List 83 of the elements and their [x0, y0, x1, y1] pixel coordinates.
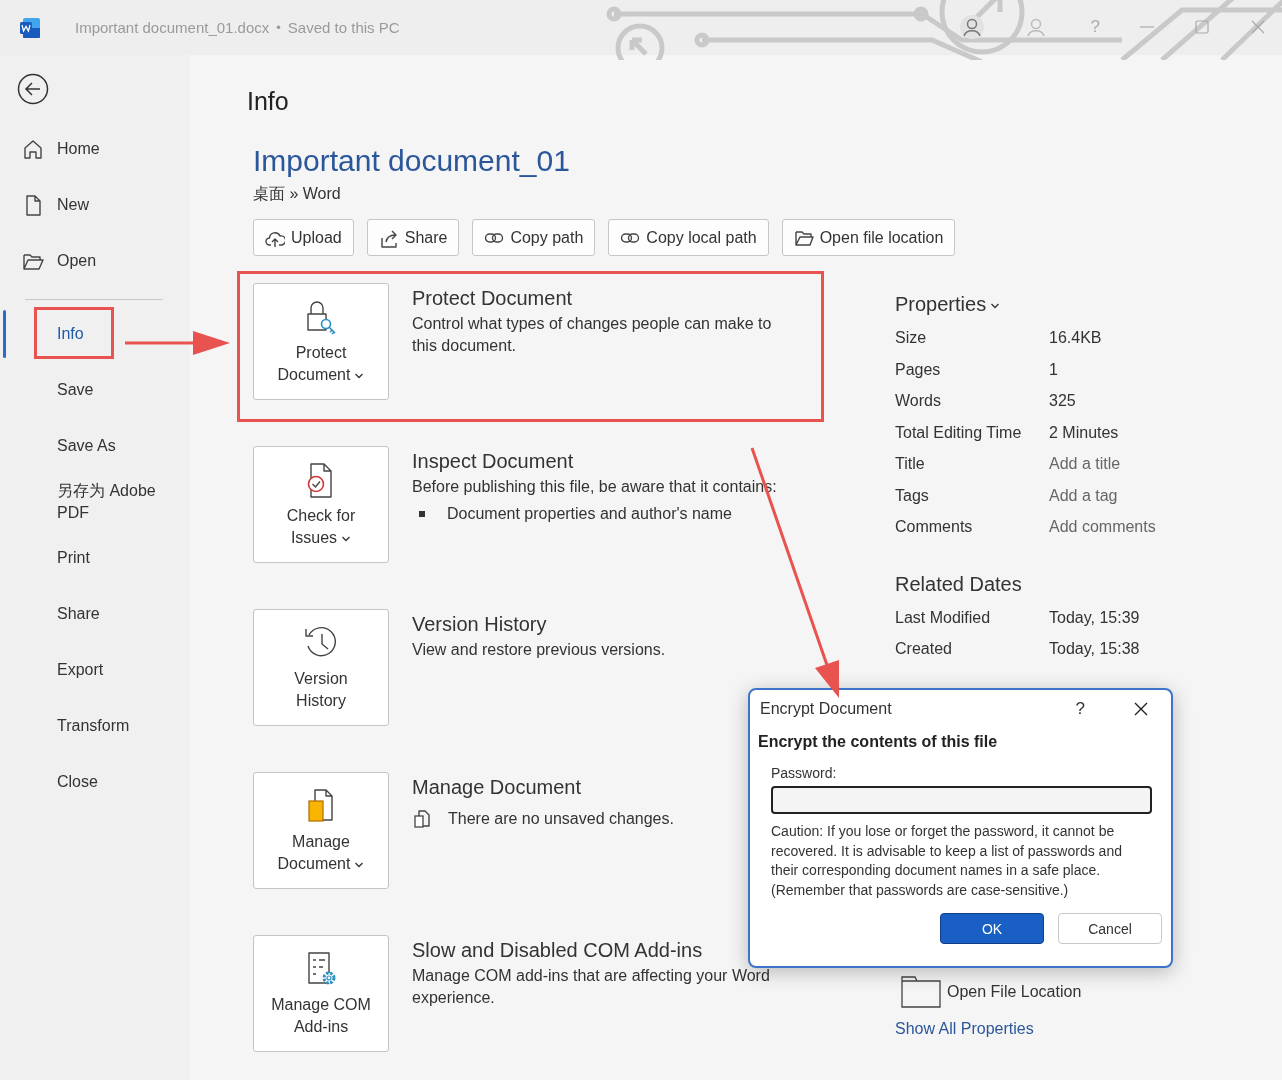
toolbar-button[interactable]: Copy path: [472, 219, 596, 256]
nav-item[interactable]: Open: [0, 233, 190, 289]
maximize-icon: [1194, 19, 1210, 35]
minimize-icon: [1140, 26, 1154, 28]
section-heading: Related Dates: [895, 571, 1023, 597]
open-file-location-button[interactable]: Open File Location: [901, 975, 1082, 1008]
property-value: 2 Minutes: [1049, 422, 1120, 443]
save-status: Saved to this PC: [287, 19, 400, 36]
feature-button[interactable]: Manage Document: [253, 772, 389, 889]
caret-icon: [354, 371, 365, 380]
section-title: Manage Document: [412, 775, 582, 800]
dialog-title: Encrypt Document: [760, 700, 893, 718]
window-title: Important document_01.docx: [75, 19, 270, 36]
property-value: 16.4KB: [1049, 328, 1103, 348]
feature-button[interactable]: Protect Document: [253, 283, 389, 400]
caret-icon: [341, 534, 352, 543]
separator-dot: •: [276, 20, 281, 35]
caution-text: Caution: If you lose or forget the password, it cannot be recovered. It is advisable to keep a list of passwords and their corresponding document names in a safe place. (Remember that passwords are case-sensitive.): [771, 822, 1123, 900]
feature-button[interactable]: Manage COM Add-ins: [253, 935, 389, 1052]
home-icon: [22, 138, 44, 160]
bullet-text: Document properties and author's name: [447, 504, 732, 524]
property-field[interactable]: Add a title: [1049, 453, 1282, 476]
property-label: Last Modified: [895, 607, 992, 628]
page-title: Info: [247, 86, 290, 117]
caret-icon: [990, 301, 1001, 310]
section-title: Protect Document: [412, 286, 574, 311]
toolbar-button[interactable]: Open file location: [781, 219, 956, 256]
bullet-icon: [419, 511, 425, 517]
property-label: Created: [895, 639, 953, 659]
section-description: Manage COM add-ins that are affecting your Word experience.: [412, 966, 771, 1008]
word-logo-icon: [19, 16, 41, 39]
property-label: Words: [895, 391, 942, 411]
feature-button[interactable]: Check for Issues: [253, 446, 389, 563]
document-path: 桌面 » Word: [253, 184, 342, 204]
nav-item[interactable]: Close: [0, 754, 190, 810]
property-field[interactable]: Add comments: [1049, 516, 1282, 539]
nav-item[interactable]: New: [0, 177, 190, 233]
dialog-heading: Encrypt the contents of this file: [758, 733, 999, 751]
property-label: Size: [895, 328, 928, 348]
password-field[interactable]: [771, 786, 1152, 814]
account-icon: [958, 14, 985, 40]
section-description: Control what types of changes people can make to this document.: [412, 314, 773, 356]
toolbar-button[interactable]: Share: [366, 219, 460, 256]
nav-item[interactable]: Export: [0, 642, 190, 698]
section-title: Slow and Disabled COM Add-ins: [412, 938, 704, 963]
section-title: Version History: [412, 612, 548, 637]
caret-icon: [354, 860, 365, 869]
property-value: Today, 15:38: [1049, 639, 1141, 659]
nav-item[interactable]: 另存为 Adobe PDF: [0, 474, 190, 530]
property-value: Today, 15:39: [1049, 607, 1141, 628]
nav-item[interactable]: Save As: [0, 418, 190, 474]
toolbar-button[interactable]: Upload: [253, 219, 354, 256]
close-icon[interactable]: [1133, 701, 1149, 717]
property-value: 1: [1049, 359, 1059, 380]
nav-item[interactable]: Info: [0, 306, 190, 362]
property-label: Pages: [895, 359, 942, 380]
folder-icon: [901, 975, 941, 1008]
property-field[interactable]: Add a tag: [1049, 484, 1282, 507]
nav-item[interactable]: Transform: [0, 698, 190, 754]
help-button[interactable]: ?: [1075, 699, 1085, 719]
show-all-properties-link[interactable]: Show All Properties: [895, 1019, 1034, 1038]
status-text: There are no unsaved changes.: [448, 809, 674, 829]
section-description: View and restore previous versions.: [412, 640, 667, 660]
dialog-button[interactable]: Cancel: [1058, 913, 1162, 944]
feature-button[interactable]: Version History: [253, 609, 389, 726]
property-value: 325: [1049, 391, 1077, 411]
property-label: Total Editing Time: [895, 422, 1023, 443]
nav-item[interactable]: Home: [0, 121, 190, 177]
document-title: Important document_01: [253, 143, 571, 179]
section-title: Inspect Document: [412, 449, 575, 474]
dialog-button[interactable]: OK: [940, 913, 1044, 944]
nav-item[interactable]: Share: [0, 586, 190, 642]
nav-item[interactable]: Save: [0, 362, 190, 418]
toolbar-button[interactable]: Copy local path: [608, 219, 769, 256]
close-icon: [1250, 19, 1266, 35]
nav-item[interactable]: Print: [0, 530, 190, 586]
documents-icon: [412, 809, 432, 829]
property-label: Title: [895, 454, 926, 474]
field-label: Password:: [771, 765, 838, 781]
properties-dropdown[interactable]: Properties: [895, 291, 1282, 317]
property-label: Comments: [895, 517, 974, 537]
back-icon[interactable]: [17, 73, 49, 105]
property-label: Tags: [895, 485, 930, 506]
